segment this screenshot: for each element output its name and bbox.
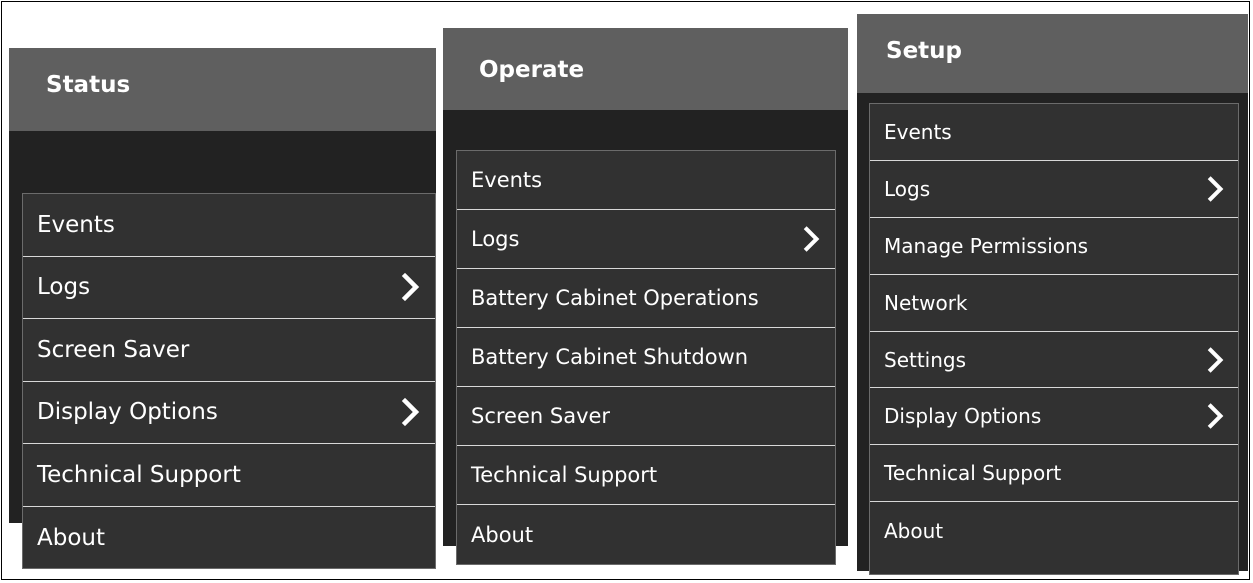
menu-item-technical-support[interactable]: Technical Support (23, 444, 435, 507)
menu-item-logs[interactable]: Logs (23, 257, 435, 319)
chevron-right-icon (803, 226, 820, 252)
menu-item-about[interactable]: About (23, 507, 435, 570)
menu-item-label: Network (884, 290, 968, 315)
menu-item-about[interactable]: About (870, 502, 1238, 559)
menu-item-screen-saver[interactable]: Screen Saver (457, 387, 835, 446)
menu-item-label: Events (37, 211, 115, 238)
menu-item-technical-support[interactable]: Technical Support (457, 446, 835, 505)
menu-item-label: Settings (884, 347, 967, 372)
menu-item-manage-permissions[interactable]: Manage Permissions (870, 218, 1238, 275)
menu-item-label: Manage Permissions (884, 233, 1089, 258)
menu-item-label: Technical Support (37, 461, 241, 488)
menu-item-label: Logs (471, 227, 520, 251)
menu-item-label: Screen Saver (37, 336, 190, 363)
menu-title: Status (46, 72, 131, 98)
chevron-right-icon (401, 398, 420, 427)
menu-item-events[interactable]: Events (23, 194, 435, 257)
menu-item-screen-saver[interactable]: Screen Saver (23, 319, 435, 382)
menu-list: Events Logs Manage Permissions Network S… (869, 103, 1239, 575)
menu-item-display-options[interactable]: Display Options (23, 382, 435, 444)
menu-item-label: Battery Cabinet Shutdown (471, 345, 749, 369)
menu-item-label: Events (884, 119, 952, 144)
menu-item-label: Technical Support (471, 463, 658, 487)
menu-title: Operate (479, 57, 585, 83)
menu-item-label: Technical Support (884, 461, 1062, 486)
operate-menu-panel: Operate Events Logs Battery Cabinet Oper… (443, 28, 848, 565)
menu-item-about[interactable]: About (457, 505, 835, 564)
status-menu-panel: Status Events Logs Screen Saver Display … (9, 48, 436, 569)
menu-header: Operate (443, 28, 848, 110)
menu-item-technical-support[interactable]: Technical Support (870, 445, 1238, 503)
chevron-right-icon (1207, 346, 1224, 373)
chevron-right-icon (1207, 176, 1224, 202)
menu-item-label: Logs (884, 176, 931, 201)
menu-item-label: Display Options (884, 404, 1042, 429)
menu-item-label: Battery Cabinet Operations (471, 286, 759, 310)
setup-menu-panel: Setup Events Logs Manage Permissions Net… (857, 14, 1248, 575)
menu-item-events[interactable]: Events (457, 151, 835, 210)
menu-item-network[interactable]: Network (870, 275, 1238, 332)
menu-item-label: About (884, 518, 944, 543)
menu-item-logs[interactable]: Logs (870, 161, 1238, 218)
menu-item-battery-cabinet-shutdown[interactable]: Battery Cabinet Shutdown (457, 328, 835, 387)
chevron-right-icon (401, 273, 420, 302)
menu-item-settings[interactable]: Settings (870, 332, 1238, 389)
menu-item-display-options[interactable]: Display Options (870, 388, 1238, 446)
menu-list: Events Logs Battery Cabinet Operations B… (456, 150, 836, 565)
chevron-right-icon (1207, 403, 1224, 430)
menu-item-events[interactable]: Events (870, 104, 1238, 161)
menu-item-label: Display Options (37, 399, 218, 426)
menu-item-logs[interactable]: Logs (457, 210, 835, 269)
menu-item-battery-cabinet-operations[interactable]: Battery Cabinet Operations (457, 269, 835, 328)
menu-item-label: Screen Saver (471, 404, 611, 428)
menu-item-label: About (471, 522, 534, 547)
menu-header: Setup (857, 14, 1248, 93)
menu-title: Setup (886, 38, 962, 64)
menu-item-label: About (37, 524, 106, 551)
menu-item-label: Logs (37, 274, 91, 301)
menu-header: Status (9, 48, 436, 131)
menu-item-label: Events (471, 168, 543, 192)
menu-list: Events Logs Screen Saver Display Options… (22, 193, 436, 569)
